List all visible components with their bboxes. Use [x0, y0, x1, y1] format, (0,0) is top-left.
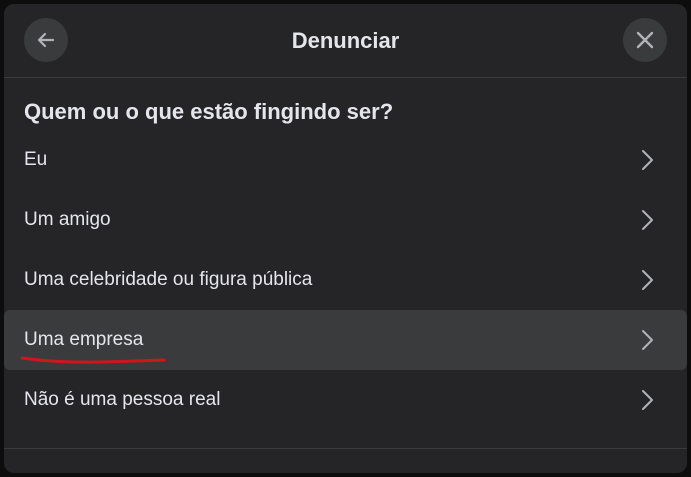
question-heading: Quem ou o que estão fingindo ser?	[24, 99, 394, 124]
chevron-right-icon	[642, 390, 653, 410]
close-icon	[636, 31, 654, 49]
chevron-right-icon	[642, 270, 653, 290]
chevron-right-icon	[642, 330, 653, 350]
report-dialog: Denunciar Quem ou o que estão fingindo s…	[4, 4, 687, 473]
option-label: Uma empresa	[24, 329, 144, 350]
back-button[interactable]	[24, 18, 68, 62]
option-uma-empresa[interactable]: Uma empresa	[4, 310, 687, 370]
option-um-amigo[interactable]: Um amigo	[4, 190, 687, 250]
option-nao-pessoa-real[interactable]: Não é uma pessoa real	[4, 370, 687, 430]
dialog-title: Denunciar	[291, 28, 400, 53]
arrow-left-icon	[37, 32, 55, 48]
option-label: Não é uma pessoa real	[24, 389, 221, 410]
option-label: Uma celebridade ou figura pública	[24, 269, 313, 290]
option-eu[interactable]: Eu	[4, 130, 687, 190]
close-button[interactable]	[623, 18, 667, 62]
chevron-right-icon	[642, 210, 653, 230]
dialog-header: Denunciar	[4, 4, 687, 78]
option-celebridade[interactable]: Uma celebridade ou figura pública	[4, 250, 687, 310]
red-underline-annotation	[20, 356, 166, 364]
option-label: Um amigo	[24, 209, 111, 230]
chevron-right-icon	[642, 150, 653, 170]
options-list: Eu Um amigo Uma celebridade ou figura pú…	[4, 130, 687, 430]
footer-divider	[4, 448, 687, 449]
option-label: Eu	[24, 149, 48, 170]
